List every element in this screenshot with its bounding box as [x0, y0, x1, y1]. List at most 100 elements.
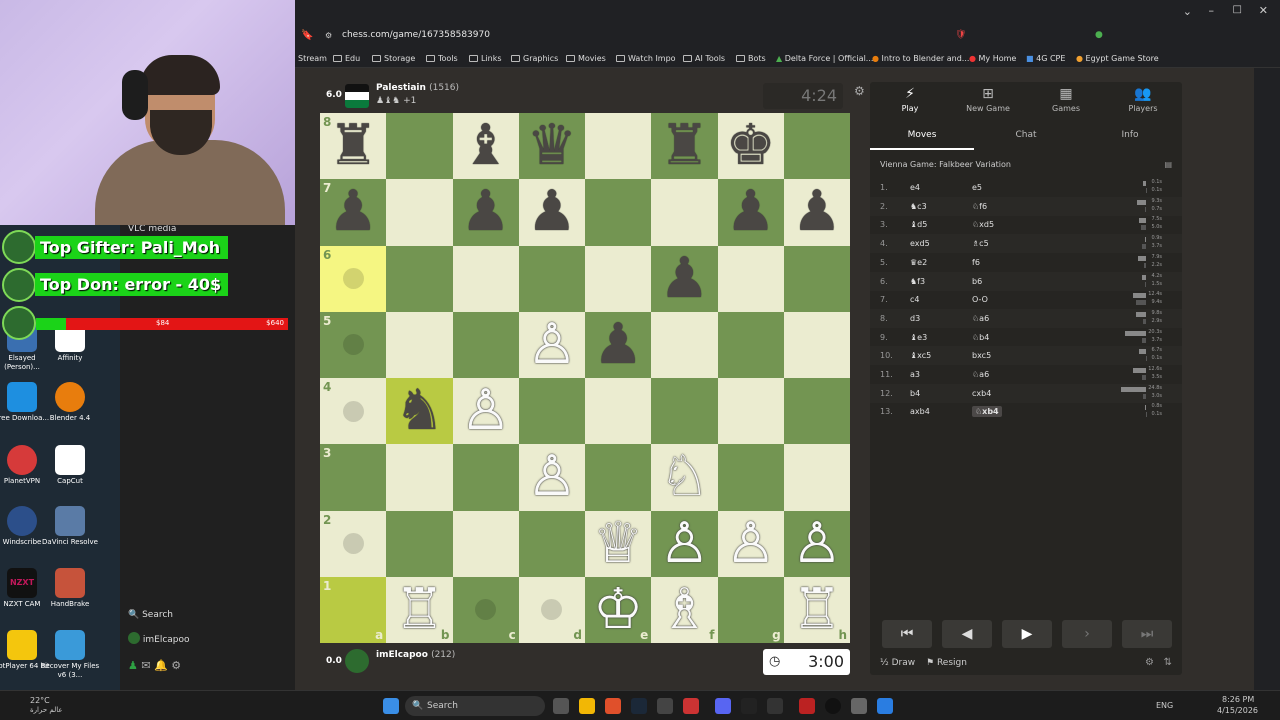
- app-icon[interactable]: [657, 698, 673, 714]
- square-c5[interactable]: [452, 311, 519, 378]
- white-move[interactable]: ♝e3: [910, 333, 927, 342]
- black-move[interactable]: ♘a6: [972, 314, 989, 323]
- square-g2[interactable]: ♙: [717, 510, 784, 577]
- square-c7[interactable]: ♟: [452, 179, 519, 246]
- black-move[interactable]: f6: [972, 258, 980, 267]
- square-d7[interactable]: ♟: [518, 179, 585, 246]
- white-move[interactable]: axb4: [910, 407, 930, 416]
- desktop-icon-blender[interactable]: Blender 4.4: [40, 382, 100, 423]
- square-g1[interactable]: g: [717, 576, 784, 643]
- square-c3[interactable]: [452, 444, 519, 511]
- black-move[interactable]: O-O: [972, 295, 988, 304]
- square-c4[interactable]: ♙: [452, 378, 519, 445]
- white-move[interactable]: a3: [910, 370, 920, 379]
- legal-move-dot[interactable]: [342, 334, 364, 356]
- square-f2[interactable]: ♙: [651, 510, 718, 577]
- file-explorer-icon[interactable]: [579, 698, 595, 714]
- settings-gear-icon[interactable]: ⚙: [854, 84, 865, 98]
- square-a7[interactable]: ♟ 7: [320, 179, 387, 246]
- black-piece-c7[interactable]: ♟: [453, 179, 519, 245]
- subtab-chat[interactable]: Chat: [974, 130, 1078, 140]
- black-move[interactable]: cxb4: [972, 389, 991, 398]
- square-e8[interactable]: [585, 113, 652, 180]
- square-d8[interactable]: ♛: [518, 113, 585, 180]
- extension-icon[interactable]: ●: [1095, 30, 1103, 40]
- forward-button[interactable]: ›: [1062, 620, 1112, 648]
- bookmark-item-graphics[interactable]: Graphics: [511, 54, 558, 63]
- square-g4[interactable]: [717, 378, 784, 445]
- white-piece-d3[interactable]: ♙: [519, 444, 585, 510]
- minimize-icon[interactable]: –: [1209, 4, 1215, 17]
- tab-players[interactable]: 👥 Players: [1103, 86, 1183, 113]
- square-b3[interactable]: [386, 444, 453, 511]
- bookmark-item-watch-impo[interactable]: Watch Impo: [616, 54, 676, 63]
- square-f4[interactable]: [651, 378, 718, 445]
- square-c1[interactable]: c: [452, 576, 519, 643]
- white-piece-f1[interactable]: ♗: [651, 577, 717, 643]
- white-move[interactable]: e4: [910, 183, 920, 192]
- square-f1[interactable]: ♗ f: [651, 576, 718, 643]
- start-bottom-icons[interactable]: ♟ ✉ 🔔 ⚙: [128, 659, 181, 672]
- opening-book-icon[interactable]: ▤: [1164, 160, 1172, 169]
- black-move[interactable]: ♘a6: [972, 370, 989, 379]
- site-info-icon[interactable]: ⚙: [325, 31, 332, 40]
- white-piece-f3[interactable]: ♘: [651, 444, 717, 510]
- bookmark-item-edu[interactable]: Edu: [333, 54, 360, 63]
- bottom-player-name[interactable]: imElcapoo (212): [376, 650, 455, 660]
- legal-move-dot[interactable]: [342, 533, 364, 555]
- app-icon-grey[interactable]: [767, 698, 783, 714]
- flip-board-icon[interactable]: ⇅: [1164, 657, 1172, 668]
- prev-move-button[interactable]: ◀: [942, 620, 992, 648]
- square-e4[interactable]: [585, 378, 652, 445]
- address-bar[interactable]: 🔖 ⚙ chess.com/game/167358583970 🛡 ●: [295, 26, 1280, 50]
- square-b2[interactable]: [386, 510, 453, 577]
- bookmark-item-movies[interactable]: Movies: [566, 54, 606, 63]
- white-piece-e2[interactable]: ♕: [585, 511, 651, 577]
- square-g8[interactable]: ♚: [717, 113, 784, 180]
- square-d6[interactable]: [518, 245, 585, 312]
- white-move[interactable]: ♛e2: [910, 258, 927, 267]
- square-h7[interactable]: ♟: [783, 179, 850, 246]
- square-f3[interactable]: ♘: [651, 444, 718, 511]
- square-g6[interactable]: [717, 245, 784, 312]
- taskbar-search[interactable]: 🔍 Search: [405, 696, 545, 716]
- top-player-avatar[interactable]: [345, 84, 369, 108]
- black-move[interactable]: ♘xb4: [972, 406, 1002, 418]
- square-b6[interactable]: [386, 245, 453, 312]
- square-h8[interactable]: [783, 113, 850, 180]
- square-a3[interactable]: 3: [320, 444, 387, 511]
- last-move-button[interactable]: ⏭: [1122, 620, 1172, 648]
- black-piece-e5[interactable]: ♟: [585, 312, 651, 378]
- draw-button[interactable]: ½ Draw: [880, 658, 915, 668]
- square-e1[interactable]: ♔ e: [585, 576, 652, 643]
- square-b8[interactable]: [386, 113, 453, 180]
- black-piece-f6[interactable]: ♟: [651, 246, 717, 312]
- tab-list-icon[interactable]: ⌄: [1183, 5, 1192, 18]
- pin-icon[interactable]: [799, 698, 815, 714]
- white-piece-h2[interactable]: ♙: [784, 511, 850, 577]
- square-b4[interactable]: ♞: [386, 378, 453, 445]
- tab-new-game[interactable]: ⊞ New Game: [948, 86, 1028, 113]
- white-move[interactable]: exd5: [910, 239, 930, 248]
- task-view-icon[interactable]: [553, 698, 569, 714]
- square-h6[interactable]: [783, 245, 850, 312]
- resign-button[interactable]: ⚑ Resign: [926, 658, 967, 668]
- square-f8[interactable]: ♜: [651, 113, 718, 180]
- square-a6[interactable]: 6: [320, 245, 387, 312]
- top-player-name[interactable]: Palestiain (1516): [376, 83, 459, 93]
- square-a4[interactable]: 4: [320, 378, 387, 445]
- black-move[interactable]: ♘xd5: [972, 220, 994, 229]
- desktop-icon-davinci[interactable]: DaVinci Resolve: [40, 506, 100, 547]
- menu-item-vlc[interactable]: VLC media: [128, 224, 176, 234]
- square-h5[interactable]: [783, 311, 850, 378]
- white-move[interactable]: ♝d5: [910, 220, 927, 229]
- black-piece-b4[interactable]: ♞: [386, 378, 452, 444]
- bookmark-item-4g-cpe[interactable]: ■ 4G CPE: [1026, 54, 1065, 63]
- white-move[interactable]: b4: [910, 389, 920, 398]
- square-g3[interactable]: [717, 444, 784, 511]
- url-text[interactable]: chess.com/game/167358583970: [342, 30, 490, 40]
- square-f6[interactable]: ♟: [651, 245, 718, 312]
- bottom-player-avatar[interactable]: [345, 649, 369, 673]
- steam-icon[interactable]: [631, 698, 647, 714]
- white-piece-d5[interactable]: ♙: [519, 312, 585, 378]
